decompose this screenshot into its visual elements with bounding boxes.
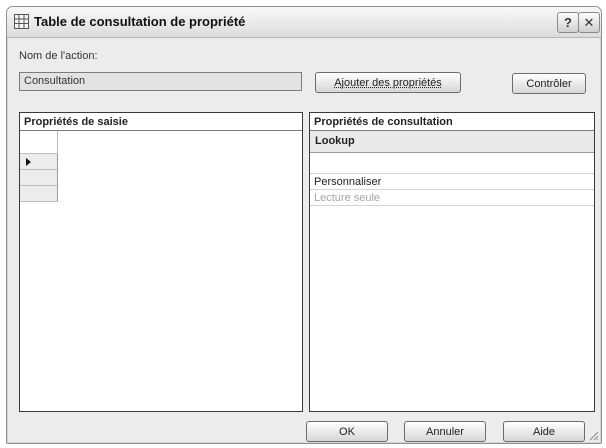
add-properties-label: Ajouter des propriétés bbox=[334, 76, 442, 89]
lookup-properties-panel: Propriétés de consultation Lookup Person… bbox=[309, 112, 595, 412]
row-header[interactable] bbox=[20, 170, 58, 186]
lookup-row-customize[interactable]: Personnaliser bbox=[310, 174, 594, 190]
row-header-column bbox=[20, 131, 58, 202]
lookup-row-read-only[interactable]: Lecture seule bbox=[310, 190, 594, 206]
lookup-column-header[interactable]: Lookup bbox=[310, 131, 594, 153]
help-button[interactable]: ? bbox=[557, 12, 579, 33]
table-grid-icon bbox=[14, 14, 29, 29]
input-properties-panel: Propriétés de saisie bbox=[19, 112, 303, 412]
check-button[interactable]: Contrôler bbox=[512, 73, 586, 94]
help-button-bottom[interactable]: Aide bbox=[503, 421, 585, 442]
row-header[interactable] bbox=[20, 186, 58, 202]
row-header-current[interactable] bbox=[20, 154, 58, 170]
lookup-row[interactable] bbox=[310, 153, 594, 174]
dialog-title: Table de consultation de propriété bbox=[34, 14, 246, 29]
input-properties-header: Propriétés de saisie bbox=[20, 113, 302, 131]
dialog-window: Table de consultation de propriété ? ✕ N… bbox=[6, 6, 602, 444]
resize-grip-icon[interactable] bbox=[587, 429, 599, 441]
row-header[interactable] bbox=[20, 131, 58, 154]
current-row-arrow-icon bbox=[26, 158, 31, 166]
action-name-label: Nom de l'action: bbox=[19, 50, 98, 62]
close-icon: ✕ bbox=[583, 14, 595, 30]
add-properties-button[interactable]: Ajouter des propriétés bbox=[315, 72, 461, 93]
close-button[interactable]: ✕ bbox=[578, 12, 600, 33]
lookup-properties-header: Propriétés de consultation bbox=[310, 113, 594, 131]
ok-button[interactable]: OK bbox=[306, 421, 388, 442]
cancel-button[interactable]: Annuler bbox=[404, 421, 486, 442]
title-bar[interactable]: Table de consultation de propriété ? ✕ bbox=[7, 7, 601, 38]
action-name-field[interactable]: Consultation bbox=[19, 72, 302, 91]
